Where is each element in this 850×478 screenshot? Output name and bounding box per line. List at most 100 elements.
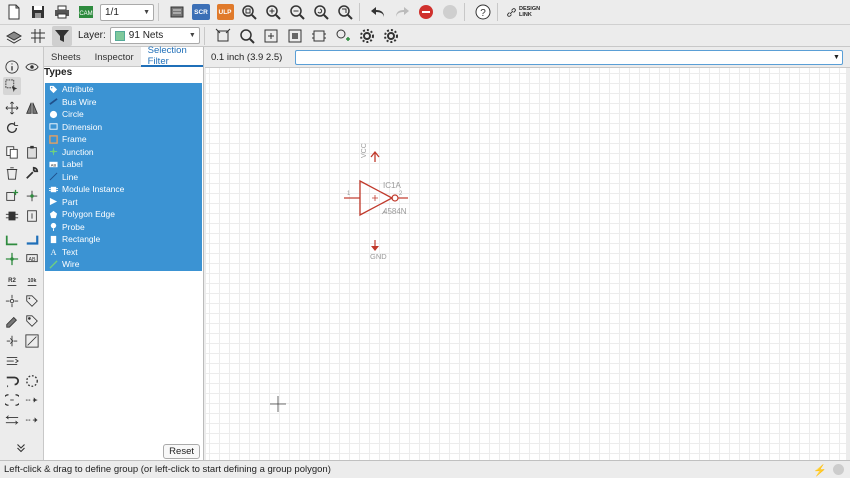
bus-icon[interactable]	[23, 231, 41, 249]
change-icon[interactable]	[3, 312, 21, 330]
board-view-icon[interactable]	[285, 26, 305, 46]
delete-icon[interactable]	[3, 164, 21, 182]
mirror-icon[interactable]	[23, 99, 41, 117]
net-icon[interactable]	[3, 231, 21, 249]
settings-icon[interactable]	[357, 26, 377, 46]
miter-icon[interactable]	[3, 352, 21, 370]
layers-icon[interactable]	[4, 26, 24, 46]
board-switch-icon[interactable]	[167, 2, 187, 22]
list-item[interactable]: Part	[45, 196, 202, 209]
list-item[interactable]: A Text	[45, 246, 202, 259]
pin-in-label: 1	[347, 191, 351, 197]
list-item[interactable]: Rectangle	[45, 233, 202, 246]
split-icon[interactable]	[3, 332, 21, 350]
list-item[interactable]: Attribute	[45, 83, 202, 96]
print-icon[interactable]	[52, 2, 72, 22]
zoom-redraw-icon[interactable]	[311, 2, 331, 22]
info-icon[interactable]	[3, 58, 21, 76]
ic1a-symbol[interactable]: 1 2 IC1A 4584N	[344, 179, 408, 217]
gateswap-icon[interactable]	[23, 411, 41, 429]
list-item[interactable]: Dimension	[45, 121, 202, 134]
tag-icon[interactable]	[23, 312, 41, 330]
list-item[interactable]: Wire	[45, 258, 202, 271]
lightning-icon[interactable]: ⚡	[813, 464, 827, 477]
sheet-select[interactable]: 1/1 ▼	[100, 3, 154, 21]
value-icon[interactable]: 10k	[23, 273, 41, 291]
grid-icon[interactable]	[28, 26, 48, 46]
component-icon[interactable]	[309, 26, 329, 46]
rotate-icon[interactable]	[3, 119, 21, 137]
eye-icon[interactable]	[23, 58, 41, 76]
wrench-icon[interactable]	[23, 164, 41, 182]
filter-icon[interactable]	[52, 25, 72, 46]
add-icon[interactable]	[3, 187, 21, 205]
ulp-button[interactable]: ULP	[215, 2, 235, 22]
line-draw-icon[interactable]	[23, 332, 41, 350]
move-icon[interactable]	[3, 99, 21, 117]
zoom-fit-icon[interactable]	[239, 2, 259, 22]
help-icon[interactable]: ?	[473, 2, 493, 22]
tab-selection-filter[interactable]: Selection Filter	[140, 45, 203, 67]
replace-icon[interactable]	[3, 207, 21, 225]
list-item[interactable]: Probe	[45, 221, 202, 234]
copy-icon[interactable]	[3, 143, 21, 161]
list-item[interactable]: AB Label	[45, 158, 202, 171]
command-input[interactable]	[295, 49, 843, 65]
list-item[interactable]: Circle	[45, 108, 202, 121]
design-link-button[interactable]: DESIGN LINK	[506, 6, 540, 18]
smash-icon[interactable]	[3, 292, 21, 310]
svg-text:10k: 10k	[28, 278, 37, 284]
zoom-select-icon[interactable]	[335, 2, 355, 22]
label-icon[interactable]: AB	[23, 250, 41, 268]
list-item[interactable]: Junction	[45, 146, 202, 159]
list-item[interactable]: Bus Wire	[45, 96, 202, 109]
layer-select[interactable]: 91 Nets ▼	[109, 27, 200, 44]
optimize-icon[interactable]	[3, 391, 21, 409]
name-icon[interactable]: R2	[3, 273, 21, 291]
gate-icon[interactable]	[23, 207, 41, 225]
redo-icon[interactable]	[392, 2, 412, 22]
undo-icon[interactable]	[368, 2, 388, 22]
new-file-icon[interactable]	[4, 2, 24, 22]
type-label: Bus Wire	[62, 96, 97, 107]
vcc-symbol[interactable]: VCC	[361, 143, 380, 162]
vertical-scrollbar[interactable]	[846, 68, 850, 460]
go-icon[interactable]	[440, 2, 460, 22]
chevron-down-icon[interactable]: ▼	[833, 54, 840, 61]
type-label: Rectangle	[62, 234, 101, 245]
circle-draw-icon[interactable]	[23, 372, 41, 390]
script-button[interactable]: SCR	[191, 2, 211, 22]
divider	[497, 3, 498, 21]
arc-icon[interactable]	[3, 372, 21, 390]
paste-icon[interactable]	[23, 143, 41, 161]
reset-button[interactable]: Reset	[163, 444, 200, 459]
list-item[interactable]: Polygon Edge	[45, 208, 202, 221]
cam-processor-icon[interactable]: CAM	[76, 2, 96, 22]
list-item[interactable]: Line	[45, 171, 202, 184]
pinswap-alt-icon[interactable]	[3, 411, 21, 429]
chevron-down-double-icon[interactable]	[12, 439, 30, 457]
list-item[interactable]: Frame	[45, 133, 202, 146]
group-select-icon[interactable]	[3, 77, 21, 95]
tab-inspector[interactable]: Inspector	[88, 47, 141, 67]
schematic-canvas[interactable]: VCC 1 2 IC1A 4584N GND	[206, 68, 846, 460]
part-name-label: IC1A	[383, 181, 401, 190]
zoom-out-icon[interactable]	[287, 2, 307, 22]
gnd-symbol[interactable]: GND	[370, 240, 387, 261]
stop-icon[interactable]	[416, 2, 436, 22]
search-icon[interactable]	[237, 26, 257, 46]
fit-icon[interactable]	[213, 26, 233, 46]
settings-alt-icon[interactable]	[381, 26, 401, 46]
tab-sheets[interactable]: Sheets	[44, 47, 88, 67]
attribute-icon[interactable]	[23, 292, 41, 310]
route-icon[interactable]	[23, 391, 41, 409]
add-part-icon[interactable]	[333, 26, 353, 46]
zoom-in-icon[interactable]	[263, 2, 283, 22]
save-icon[interactable]	[28, 2, 48, 22]
junction-icon[interactable]	[3, 250, 21, 268]
erc-icon[interactable]	[261, 26, 281, 46]
stop-status-icon[interactable]	[833, 464, 844, 475]
pinswap-icon[interactable]	[23, 187, 41, 205]
type-label: Junction	[62, 146, 94, 157]
list-item[interactable]: Module Instance	[45, 183, 202, 196]
